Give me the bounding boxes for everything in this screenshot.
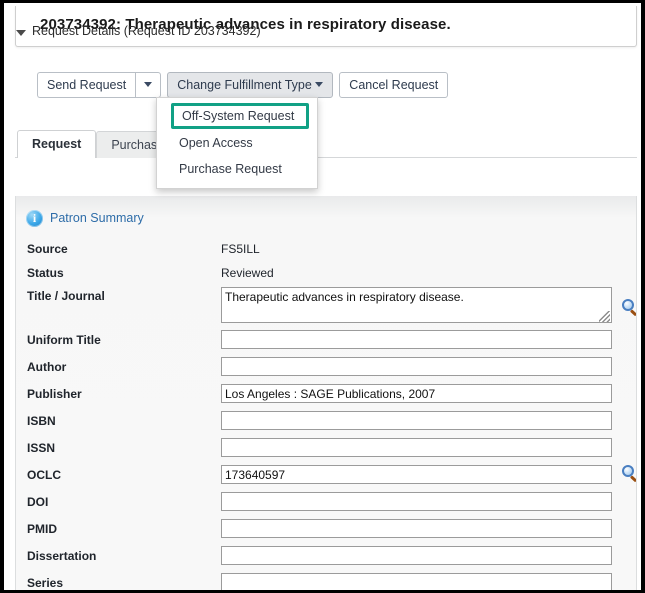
isbn-input[interactable] xyxy=(221,411,612,430)
info-icon xyxy=(26,209,43,227)
field-label-source: Source xyxy=(27,242,68,256)
menu-item-purchase-request[interactable]: Purchase Request xyxy=(157,156,317,182)
cancel-request-button[interactable]: Cancel Request xyxy=(339,72,449,98)
pmid-input[interactable] xyxy=(221,519,612,538)
tab-request[interactable]: Request xyxy=(17,130,97,158)
field-label-doi: DOI xyxy=(27,495,49,509)
action-toolbar: Send Request Change Fulfillment Type Can… xyxy=(37,72,454,98)
title-journal-search-icon[interactable] xyxy=(621,299,636,317)
field-label-title-journal: Title / Journal xyxy=(27,289,105,303)
series-input[interactable] xyxy=(221,573,612,590)
chevron-down-icon xyxy=(144,82,153,88)
field-label-dissertation: Dissertation xyxy=(27,549,97,563)
field-label-pmid: PMID xyxy=(27,522,57,536)
chevron-down-icon xyxy=(315,82,324,88)
change-fulfillment-type-button[interactable]: Change Fulfillment Type xyxy=(167,72,334,98)
menu-item-off-system-request[interactable]: Off-System Request xyxy=(171,103,309,129)
author-input[interactable] xyxy=(221,357,612,376)
field-label-publisher: Publisher xyxy=(27,387,82,401)
doi-input[interactable] xyxy=(221,492,612,511)
field-label-uniform-title: Uniform Title xyxy=(27,333,101,347)
menu-item-open-access[interactable]: Open Access xyxy=(157,130,317,156)
tab-bar: Request Purchase xyxy=(17,130,180,158)
dissertation-input[interactable] xyxy=(221,546,612,565)
fulfillment-type-dropdown-menu: Off-System Request Open Access Purchase … xyxy=(156,97,318,189)
change-fulfillment-type-label: Change Fulfillment Type xyxy=(177,78,312,92)
field-label-series: Series xyxy=(27,576,64,590)
field-label-status: Status xyxy=(27,266,64,280)
request-details-header xyxy=(15,157,637,183)
request-details-panel: Patron Summary Source FS5ILL Status Revi… xyxy=(15,196,637,590)
screenshot-frame: 203734392: Therapeutic advances in respi… xyxy=(0,0,645,593)
title-journal-textarea[interactable] xyxy=(221,287,612,323)
send-request-button[interactable]: Send Request xyxy=(37,72,136,98)
field-value-source: FS5ILL xyxy=(221,242,260,256)
field-value-status: Reviewed xyxy=(221,266,274,280)
issn-input[interactable] xyxy=(221,438,612,457)
request-details-label: Request Details (Request ID 203734392) xyxy=(32,24,261,38)
uniform-title-input[interactable] xyxy=(221,330,612,349)
publisher-input[interactable] xyxy=(221,384,612,403)
field-label-isbn: ISBN xyxy=(27,414,56,428)
oclc-input[interactable] xyxy=(221,465,612,484)
field-label-issn: ISSN xyxy=(27,441,56,455)
send-request-dropdown-toggle-button[interactable] xyxy=(135,72,162,98)
field-label-author: Author xyxy=(27,360,67,374)
send-request-split-button: Send Request xyxy=(37,72,162,98)
patron-summary-link[interactable]: Patron Summary xyxy=(50,211,144,225)
page-root: 203734392: Therapeutic advances in respi… xyxy=(4,3,641,590)
oclc-search-icon[interactable] xyxy=(621,465,636,483)
field-label-oclc: OCLC xyxy=(27,468,61,482)
section-collapse-toggle-icon[interactable] xyxy=(16,30,26,36)
